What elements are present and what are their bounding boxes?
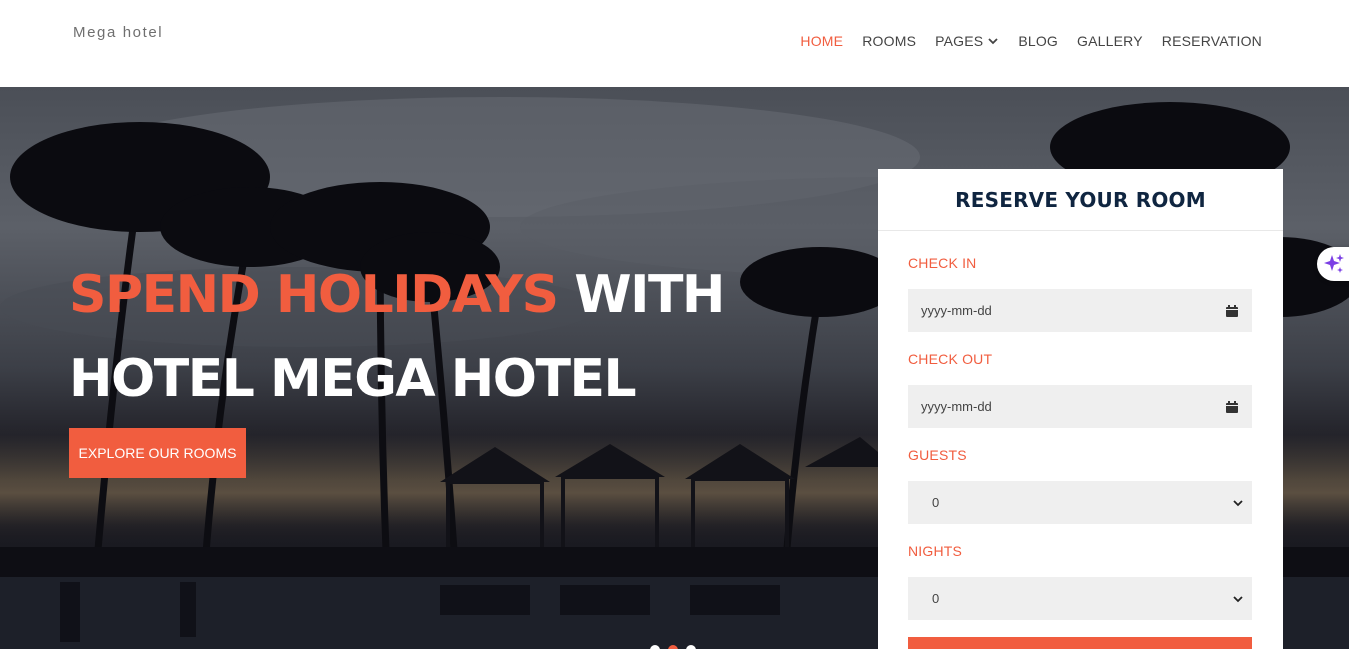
chevron-down-icon xyxy=(1233,499,1243,506)
check-out-input[interactable]: yyyy-mm-dd xyxy=(908,385,1252,428)
nav-item-rooms[interactable]: ROOMS xyxy=(862,33,916,49)
check-in-placeholder: yyyy-mm-dd xyxy=(921,303,992,318)
chevron-down-icon xyxy=(988,38,998,45)
hero-title: SPEND HOLIDAYS WITH HOTEL MEGA HOTEL xyxy=(69,253,725,421)
slider-dots xyxy=(650,645,696,649)
nav-item-pages[interactable]: PAGES xyxy=(935,33,999,49)
reservation-form: RESERVE YOUR ROOM CHECK IN yyyy-mm-dd CH… xyxy=(878,169,1283,649)
nights-label: NIGHTS xyxy=(908,543,963,559)
explore-rooms-button[interactable]: EXPLORE OUR ROOMS xyxy=(69,428,246,478)
check-out-placeholder: yyyy-mm-dd xyxy=(921,399,992,414)
main-nav: HOME ROOMS PAGES BLOG GALLERY RESERVATIO… xyxy=(781,33,1262,49)
guests-value: 0 xyxy=(932,495,940,510)
calendar-icon[interactable] xyxy=(1225,400,1239,414)
check-in-input[interactable]: yyyy-mm-dd xyxy=(908,289,1252,332)
nav-item-home[interactable]: HOME xyxy=(800,33,843,49)
slider-dot[interactable] xyxy=(650,645,660,649)
slider-dot-active[interactable] xyxy=(668,645,678,649)
site-header: Mega hotel HOME ROOMS PAGES BLOG GALLERY… xyxy=(0,0,1349,87)
guests-select[interactable]: 0 xyxy=(908,481,1252,524)
nights-value: 0 xyxy=(932,591,940,606)
nav-item-blog[interactable]: BLOG xyxy=(1018,33,1058,49)
hero-title-line2: HOTEL MEGA HOTEL xyxy=(69,349,637,409)
reservation-title: RESERVE YOUR ROOM xyxy=(878,169,1283,231)
sparkle-icon xyxy=(1324,254,1344,273)
brand-logo[interactable]: Mega hotel xyxy=(73,24,163,41)
check-in-label: CHECK IN xyxy=(908,255,977,271)
guests-label: GUESTS xyxy=(908,447,967,463)
nav-item-reservation[interactable]: RESERVATION xyxy=(1162,33,1262,49)
slider-dot[interactable] xyxy=(686,645,696,649)
nights-select[interactable]: 0 xyxy=(908,577,1252,620)
nav-item-gallery[interactable]: GALLERY xyxy=(1077,33,1143,49)
check-availability-button[interactable] xyxy=(908,637,1252,649)
calendar-icon[interactable] xyxy=(1225,304,1239,318)
nav-item-pages-label: PAGES xyxy=(935,33,984,49)
ai-assistant-badge[interactable] xyxy=(1317,247,1349,281)
hero-title-line1-rest: WITH xyxy=(574,265,725,325)
hero-title-accent: SPEND HOLIDAYS xyxy=(69,265,559,325)
check-out-label: CHECK OUT xyxy=(908,351,993,367)
chevron-down-icon xyxy=(1233,595,1243,602)
